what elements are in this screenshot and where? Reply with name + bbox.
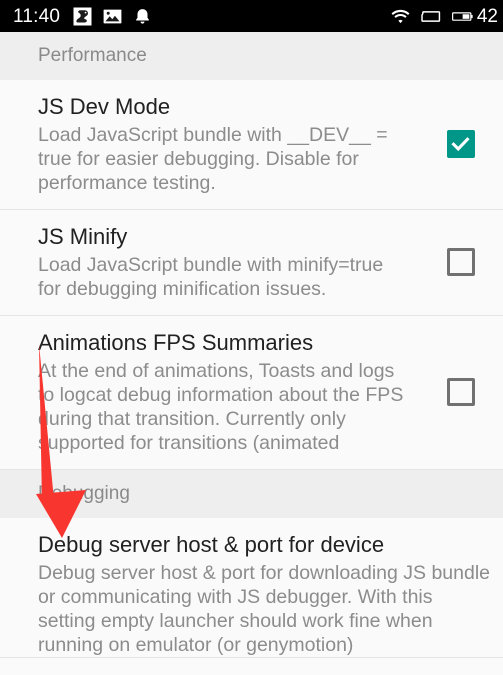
- section-header-debugging: Debugging: [0, 470, 503, 518]
- setting-row-animations-fps-summaries-control[interactable]: [418, 378, 503, 406]
- setting-summary: At the end of animations, Toasts and log…: [38, 360, 404, 454]
- setting-row-animations-fps-summaries[interactable]: Animations FPS Summaries At the end of a…: [0, 316, 503, 470]
- setting-row-js-dev-mode-text: JS Dev Mode Load JavaScript bundle with …: [38, 93, 418, 195]
- setting-row-js-dev-mode[interactable]: JS Dev Mode Load JavaScript bundle with …: [0, 80, 503, 210]
- setting-title: JS Minify: [38, 224, 128, 249]
- phone-screen: 11:40 42 Performance JS Dev Mode Load Ja…: [0, 0, 503, 675]
- status-bar-clock: 11:40: [13, 5, 61, 27]
- setting-row-debug-server-host-port[interactable]: Debug server host & port for device Debu…: [0, 518, 503, 658]
- setting-summary: Debug server host & port for downloading…: [38, 562, 491, 656]
- battery-percentage-label: 42: [476, 5, 498, 27]
- setting-row-animations-fps-summaries-text: Animations FPS Summaries At the end of a…: [38, 329, 418, 455]
- section-header-debugging-label: Debugging: [38, 483, 130, 504]
- setting-title: Animations FPS Summaries: [38, 330, 314, 355]
- checkbox-checked-icon[interactable]: [446, 130, 475, 158]
- status-bar-notification-icons: [72, 6, 153, 27]
- setting-title: Debug server host & port for device: [38, 532, 385, 557]
- status-bar-system-icons: [390, 6, 473, 27]
- setting-row-js-minify-control[interactable]: [418, 248, 503, 276]
- section-header-performance-label: Performance: [38, 45, 147, 66]
- setting-row-js-minify-text: JS Minify Load JavaScript bundle with mi…: [38, 223, 418, 301]
- notification-bell-icon: [132, 6, 153, 27]
- battery-icon: [451, 6, 473, 27]
- status-bar: 11:40 42: [0, 0, 503, 32]
- setting-title: JS Dev Mode: [38, 94, 171, 119]
- app-squirrel-icon: [72, 6, 93, 27]
- checkbox-unchecked-icon[interactable]: [446, 378, 475, 406]
- checkbox-unchecked-icon[interactable]: [446, 248, 475, 276]
- screenshot-image-icon: [102, 6, 123, 27]
- setting-row-debug-server-host-port-text: Debug server host & port for device Debu…: [38, 531, 503, 657]
- sim-card-icon: [421, 6, 442, 27]
- wifi-icon: [390, 6, 411, 27]
- setting-row-js-dev-mode-control[interactable]: [418, 130, 503, 158]
- setting-row-js-minify[interactable]: JS Minify Load JavaScript bundle with mi…: [0, 210, 503, 316]
- setting-summary: Load JavaScript bundle with __DEV__ = tr…: [38, 124, 388, 194]
- setting-summary: Load JavaScript bundle with minify=true …: [38, 254, 384, 300]
- section-header-performance: Performance: [0, 32, 503, 80]
